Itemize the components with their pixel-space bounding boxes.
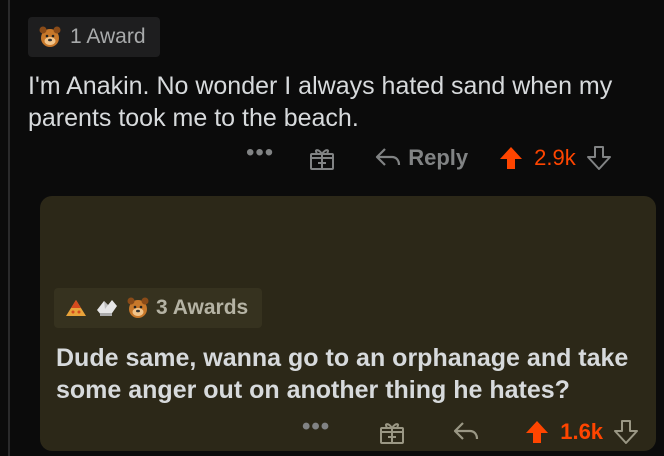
more-options-button[interactable]: ••• (246, 141, 274, 168)
award-label: 1 Award (70, 25, 146, 48)
comment-actions: ••• Reply 2.9k (246, 140, 612, 176)
award-badge[interactable]: 3 Awards (54, 288, 263, 328)
cake-award-icon (64, 297, 88, 319)
more-options-button[interactable]: ••• (302, 415, 330, 442)
score: 1.6k (560, 419, 604, 444)
score: 2.9k (534, 145, 576, 170)
gift-icon (380, 423, 405, 444)
upvote-icon[interactable] (524, 419, 550, 445)
reply-button[interactable] (452, 420, 480, 444)
gift-icon (310, 149, 335, 170)
upvote-icon[interactable] (498, 145, 524, 171)
give-award-button[interactable] (308, 144, 336, 172)
hands-award-icon (94, 296, 120, 320)
reply-label: Reply (408, 145, 469, 170)
give-award-button[interactable] (378, 418, 406, 446)
bear-award-icon (38, 25, 62, 49)
reply-arrow-icon (454, 422, 479, 440)
downvote-icon[interactable] (613, 419, 639, 445)
reply-button[interactable]: Reply (374, 145, 468, 171)
vote-controls: 2.9k (498, 145, 612, 171)
bear-award-icon (126, 296, 150, 320)
thread-line[interactable] (8, 0, 10, 456)
reply-comment: 3 Awards Dude same, wanna go to an orpha… (40, 196, 656, 451)
vote-controls: 1.6k (524, 419, 639, 445)
reply-arrow-icon (376, 148, 401, 166)
comment-body: Dude same, wanna go to an orphanage and … (56, 344, 629, 404)
downvote-icon[interactable] (586, 145, 612, 171)
comment-body: I'm Anakin. No wonder I always hated san… (28, 72, 613, 132)
award-badge[interactable]: 1 Award (28, 17, 160, 57)
award-label: 3 Awards (156, 296, 249, 319)
comment-actions: ••• 1.6k (302, 414, 639, 450)
